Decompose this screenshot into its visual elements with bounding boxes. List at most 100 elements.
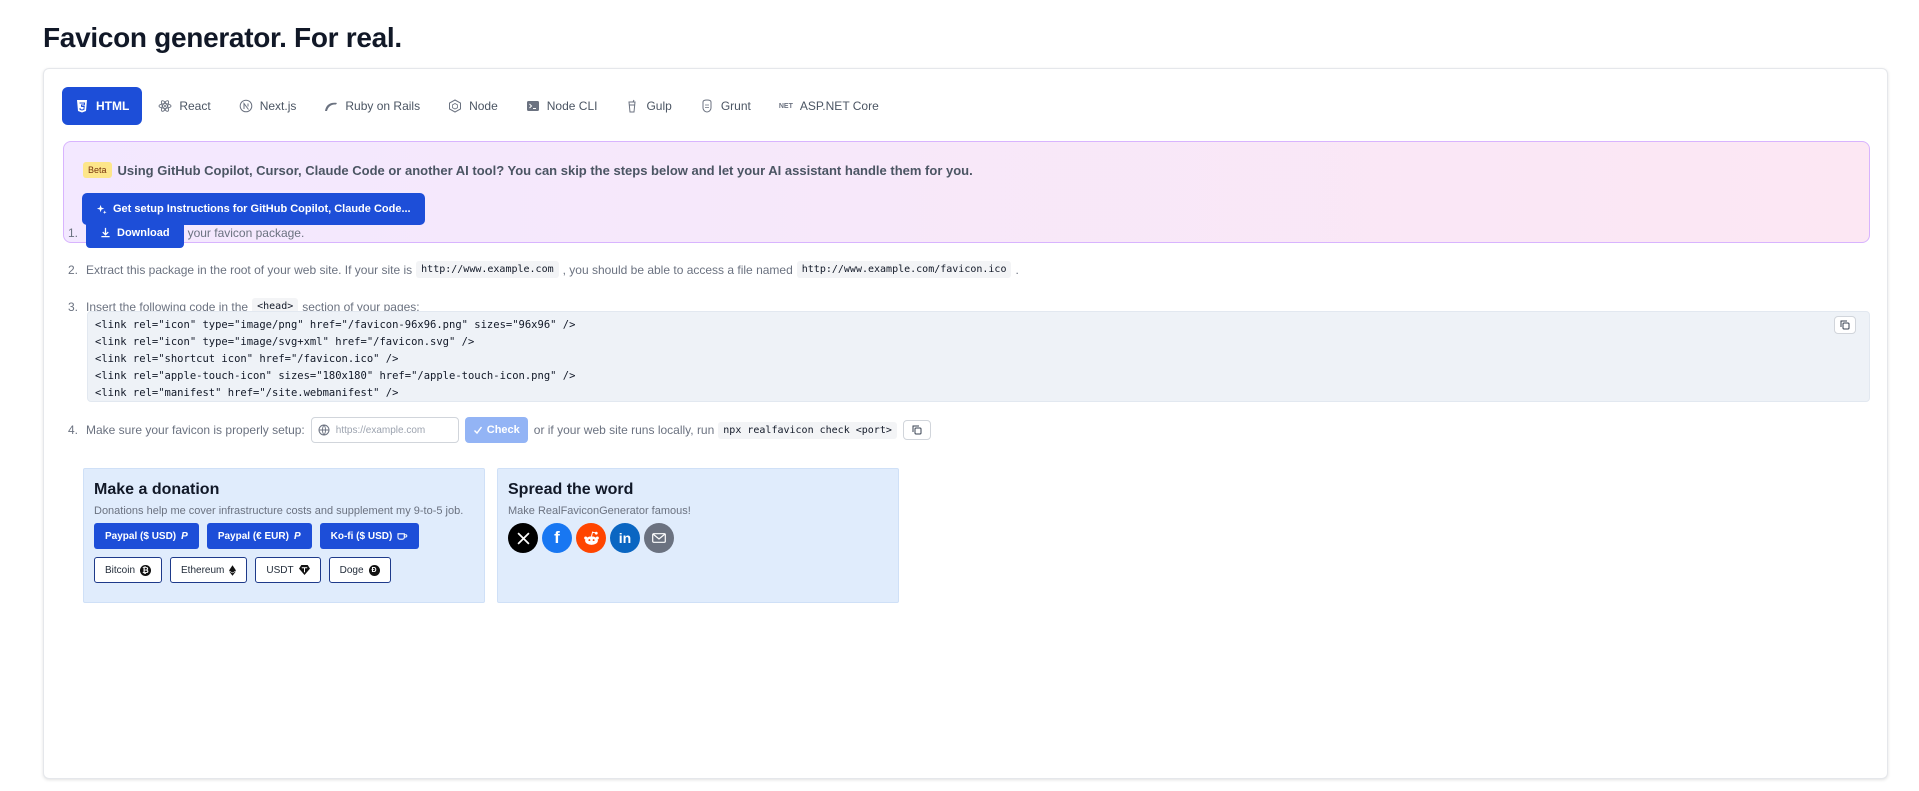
favicon-url-code: http://www.example.com/favicon.ico [796, 261, 1012, 278]
step-number: 4. [68, 423, 79, 437]
tab-rails[interactable]: Ruby on Rails [312, 87, 432, 125]
download-button[interactable]: Download [86, 217, 184, 248]
share-email-button[interactable] [644, 523, 674, 553]
grunt-icon [702, 99, 712, 113]
download-button-label: Download [117, 226, 170, 239]
tab-label: Ruby on Rails [345, 99, 421, 113]
dotnet-icon: NET [778, 102, 793, 110]
tab-label: Node CLI [546, 99, 598, 113]
usdt-button[interactable]: USDT [255, 557, 321, 583]
code-line: <link rel="icon" type="image/png" href="… [95, 319, 576, 331]
step-check: 4. Make sure your favicon is properly se… [68, 417, 931, 443]
bitcoin-icon: ₿ [140, 564, 152, 576]
gulp-icon [628, 99, 637, 113]
share-facebook-button[interactable]: f [542, 523, 572, 553]
step-number: 2. [68, 262, 79, 277]
beta-badge: Beta [83, 162, 112, 178]
step-text: your favicon package. [187, 225, 305, 240]
html-code-block[interactable]: <link rel="icon" type="image/png" href="… [87, 311, 1870, 402]
checkmark-icon [473, 426, 482, 435]
ai-banner-text: Using GitHub Copilot, Cursor, Claude Cod… [117, 162, 973, 178]
check-button-label: Check [486, 424, 520, 436]
terminal-icon [526, 101, 539, 111]
tab-label: Next.js [259, 99, 297, 113]
tab-gulp[interactable]: Gulp [613, 87, 683, 125]
step-download: 1. Download your favicon package. [68, 217, 304, 248]
donation-crypto-buttons: Bitcoin ₿ Ethereum USDT Doge Ð [94, 557, 391, 583]
code-line: <link rel="apple-touch-icon" sizes="180x… [95, 370, 576, 382]
button-label: Bitcoin [105, 564, 136, 576]
x-icon [516, 531, 530, 545]
ai-button-label: Get setup Instructions for GitHub Copilo… [113, 203, 411, 215]
paypal-icon: P [293, 530, 301, 542]
tab-label: HTML [96, 99, 130, 113]
share-x-button[interactable] [508, 523, 538, 553]
rails-icon [325, 102, 338, 111]
bitcoin-button[interactable]: Bitcoin ₿ [94, 557, 163, 583]
share-linkedin-button[interactable]: in [610, 523, 640, 553]
donation-text: Donations help me cover infrastructure c… [94, 505, 464, 517]
node-icon [449, 99, 462, 113]
check-button[interactable]: Check [464, 417, 528, 443]
page-title: Favicon generator. For real. [43, 22, 402, 53]
dogecoin-icon: Ð [368, 564, 380, 576]
button-label: Paypal (€ EUR) [217, 530, 289, 542]
step-extract: 2. Extract this package in the root of y… [68, 261, 1019, 278]
step-text: , you should be able to access a file na… [562, 262, 793, 277]
react-icon [158, 100, 172, 112]
tab-label: Node [469, 99, 498, 113]
tab-aspnet-core[interactable]: NET ASP.NET Core [767, 87, 891, 125]
coffee-icon [397, 532, 408, 540]
spread-word-panel: Spread the word Make RealFaviconGenerato… [497, 468, 899, 603]
download-icon [101, 227, 110, 238]
html5-icon [77, 100, 87, 113]
kofi-button[interactable]: Ko-fi ($ USD) [319, 523, 420, 549]
linkedin-icon: in [618, 530, 632, 546]
paypal-icon: P [181, 530, 188, 542]
tab-nextjs[interactable]: Next.js [227, 87, 309, 125]
step-text: Make sure your favicon is properly setup… [86, 423, 305, 437]
cli-command-code: npx realfavicon check <port> [718, 421, 897, 439]
code-line: <link rel="shortcut icon" href="/favicon… [95, 353, 399, 365]
paypal-eur-button[interactable]: Paypal (€ EUR) P [206, 523, 312, 549]
tab-react[interactable]: React [146, 87, 222, 125]
donation-title: Make a donation [94, 481, 220, 498]
donation-primary-buttons: Paypal ($ USD) P Paypal (€ EUR) P Ko-fi … [94, 523, 420, 549]
globe-icon [318, 424, 330, 436]
tab-node-cli[interactable]: Node CLI [514, 87, 610, 125]
ethereum-button[interactable]: Ethereum [170, 557, 248, 583]
button-label: USDT [266, 564, 294, 576]
framework-tabs: HTML React Next.js Ruby on Rails Node No… [62, 87, 891, 125]
tab-grunt[interactable]: Grunt [688, 87, 763, 125]
button-label: Ethereum [181, 564, 225, 576]
copy-icon [912, 425, 922, 435]
facebook-icon: f [554, 528, 560, 547]
reddit-icon [583, 531, 599, 545]
tether-icon [298, 565, 310, 575]
tab-label: ASP.NET Core [799, 99, 879, 113]
email-icon [652, 533, 666, 543]
site-url-code: http://www.example.com [416, 261, 559, 278]
main-card: HTML React Next.js Ruby on Rails Node No… [43, 68, 1888, 779]
sparkles-icon [96, 204, 107, 214]
spread-title: Spread the word [508, 481, 634, 498]
doge-button[interactable]: Doge Ð [328, 557, 391, 583]
step-text: Extract this package in the root of your… [86, 262, 413, 277]
tab-node[interactable]: Node [436, 87, 510, 125]
step-text: or if your web site runs locally, run [533, 423, 715, 437]
nextjs-icon [239, 99, 252, 113]
paypal-usd-button[interactable]: Paypal ($ USD) P [94, 523, 199, 549]
tab-label: Grunt [720, 99, 751, 113]
donation-panel: Make a donation Donations help me cover … [83, 468, 485, 603]
tab-label: React [179, 99, 211, 113]
site-url-input[interactable]: https://example.com [310, 417, 459, 443]
copy-command-button[interactable] [902, 420, 931, 440]
spread-text: Make RealFaviconGenerator famous! [508, 505, 691, 517]
share-reddit-button[interactable] [576, 523, 606, 553]
copy-code-button[interactable] [1834, 316, 1856, 334]
tab-html[interactable]: HTML [62, 87, 143, 125]
code-line: <link rel="manifest" href="/site.webmani… [95, 387, 399, 399]
step-number: 3. [68, 299, 79, 314]
button-label: Ko-fi ($ USD) [330, 530, 393, 542]
ethereum-icon [229, 564, 237, 576]
